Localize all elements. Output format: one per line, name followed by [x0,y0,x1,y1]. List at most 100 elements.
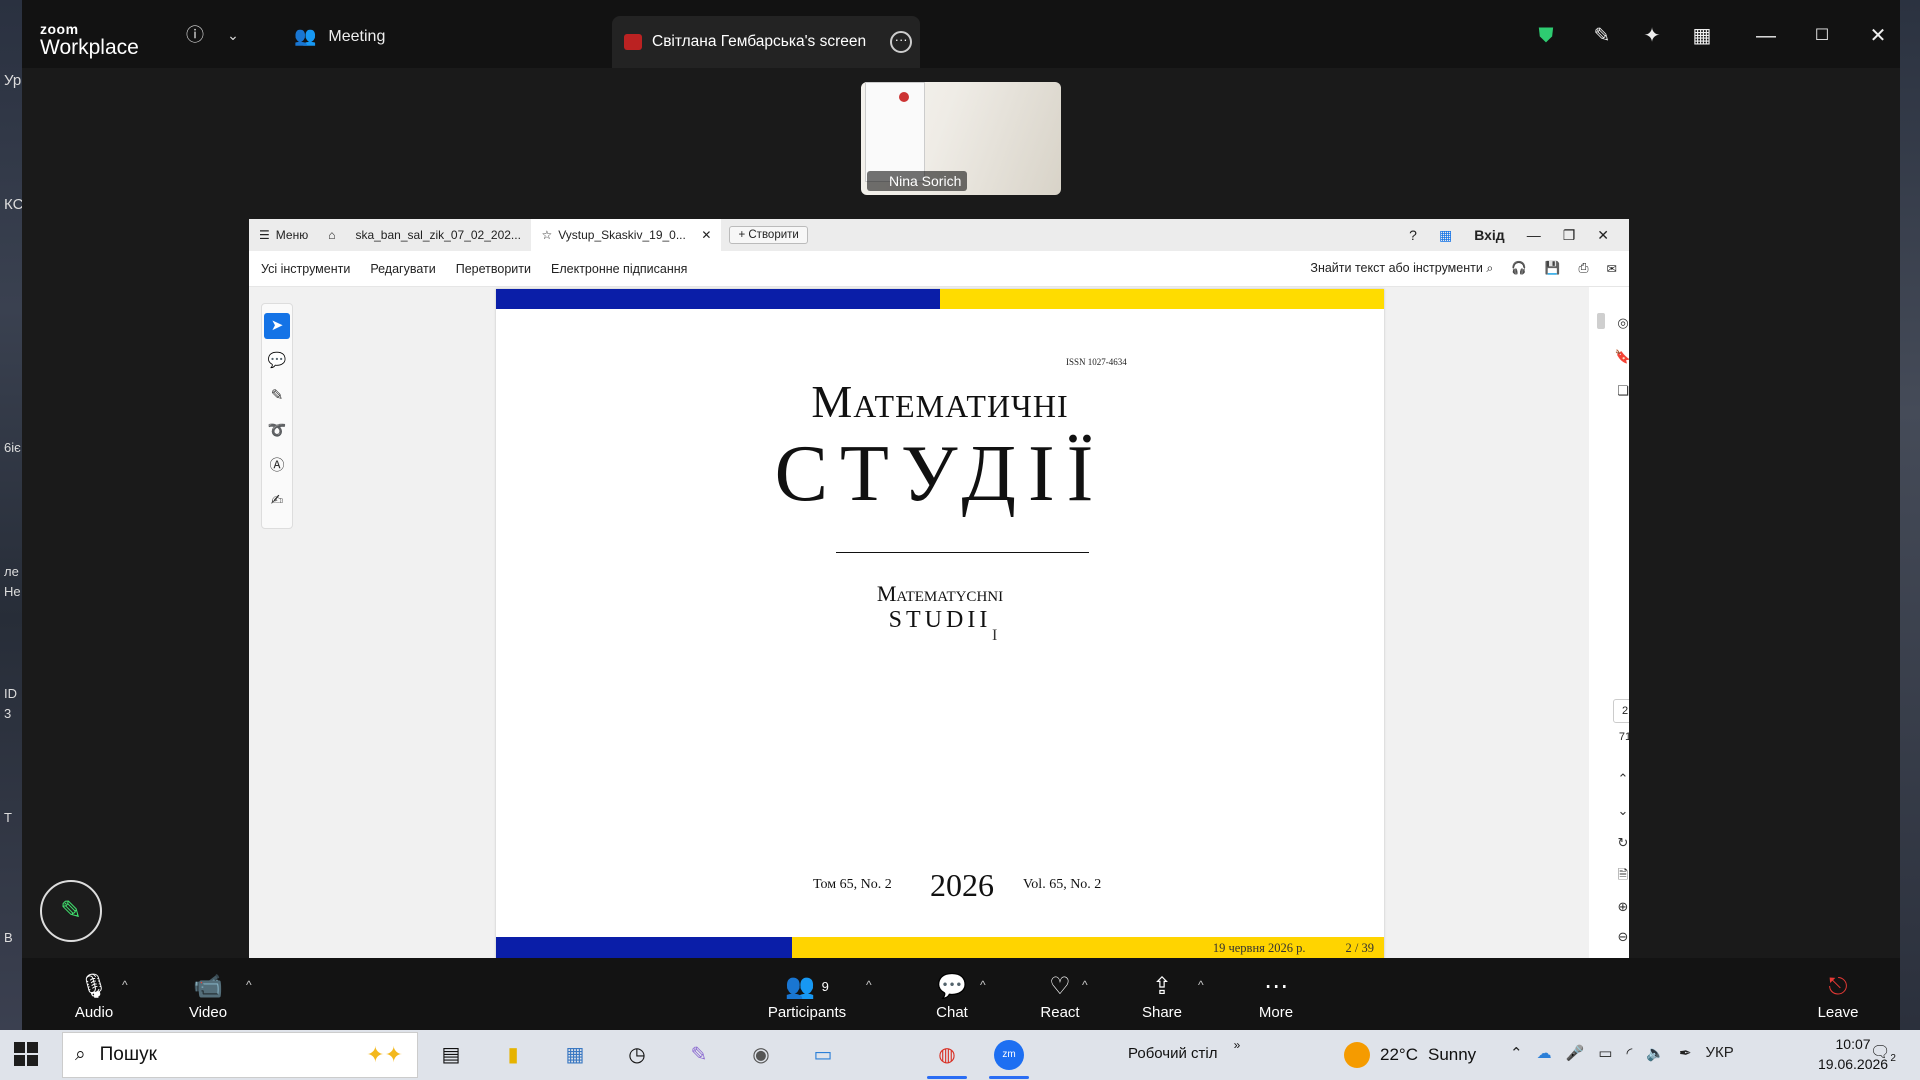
react-button[interactable]: ♡ React [1030,972,1090,1021]
text-tool-icon[interactable]: Ⓐ [264,453,290,479]
save-icon[interactable]: 💾 [1545,261,1561,276]
paint-icon[interactable]: ✎ [684,1040,714,1070]
more-button[interactable]: ⋯ More [1246,972,1306,1021]
zoom-out-icon[interactable]: ⊖ [1613,927,1629,947]
zoom-app-icon[interactable]: zm [994,1040,1024,1070]
menu-esign[interactable]: Електронне підписання [541,262,697,276]
meeting-label: Meeting [328,27,386,45]
file-explorer-icon[interactable]: ▮ [498,1040,528,1070]
tray-overflow-icon[interactable]: ⌃ [1510,1044,1523,1062]
toolbar-expand-chevron-icon[interactable]: » [1222,1030,1252,1060]
menu-button[interactable]: ☰ Меню [249,219,318,251]
weather-widget[interactable]: 22°C Sunny [1344,1042,1476,1068]
leave-button[interactable]: ⎋ Leave [1808,972,1868,1021]
read-aloud-icon[interactable]: 🎧 [1511,261,1527,276]
more-options-icon[interactable]: ··· [890,31,913,53]
participants-options-caret[interactable]: ^ [866,978,872,992]
share-options-caret[interactable]: ^ [1198,978,1204,992]
calculator-icon[interactable]: ▦ [560,1040,590,1070]
home-icon[interactable]: ⌂ [318,219,345,251]
desktop-right-strip [1900,0,1920,1030]
video-options-caret[interactable]: ^ [246,978,252,992]
ai-assistant-icon[interactable]: ◎ [1613,313,1629,333]
tab-close-icon[interactable]: ✕ [701,228,711,242]
document-viewport[interactable]: ISSN 1027-4634 Математичні СТУДІЇ Matema… [249,287,1589,959]
react-options-caret[interactable]: ^ [1082,978,1088,992]
window-restore-icon[interactable]: ❐ [1563,227,1576,244]
notification-count: 2 [1890,1053,1896,1065]
volume-icon[interactable]: 🔈 [1646,1044,1665,1062]
start-windows-icon[interactable] [14,1042,38,1066]
weather-temperature: 22°C [1380,1045,1418,1064]
select-tool-icon[interactable]: ➤ [264,313,290,339]
chat-button[interactable]: 💬 Chat [922,972,982,1021]
share-button[interactable]: ⇪ Share [1132,972,1192,1021]
close-icon[interactable]: ✕ [1866,24,1890,48]
clock-app-icon[interactable]: ◷ [622,1040,652,1070]
tab-document-2[interactable]: ☆ Vystup_Skaskiv_19_0... ✕ [531,219,722,251]
onedrive-icon[interactable]: ☁ [1537,1044,1552,1062]
task-view-icon[interactable]: ▤ [436,1040,466,1070]
participants-button[interactable]: 👥 9 Participants [762,972,852,1021]
video-button[interactable]: 📹 Video [178,972,238,1021]
annotate-pencil-icon[interactable]: ✎ [1590,24,1614,48]
window-close-icon[interactable]: ✕ [1597,227,1609,244]
page-down-icon[interactable]: ⌄ [1613,801,1629,821]
zoom-in-icon[interactable]: ⊕ [1613,897,1629,917]
journal-title-line1: Математичні [811,376,1069,427]
pen-icon[interactable]: ✒ [1679,1044,1692,1062]
desktop-toolbar-label[interactable]: Робочий стіл [1128,1045,1218,1062]
network-icon[interactable]: ◜ [1626,1044,1632,1062]
page-up-icon[interactable]: ⌃ [1613,769,1629,789]
maximize-icon[interactable]: ☐ [1810,24,1834,48]
current-page-input[interactable]: 2 [1613,699,1629,723]
tab-document-1[interactable]: ska_ban_sal_zik_07_02_202... [345,219,531,251]
zoom-logo-big: Workplace [40,36,139,59]
menu-edit[interactable]: Редагувати [360,262,445,276]
page-tools-icon[interactable]: 🗎 [1613,865,1629,885]
security-shield-icon[interactable]: ⛊ [1534,24,1558,48]
microphone-icon[interactable]: 🎤 [1566,1044,1585,1062]
star-icon[interactable]: ☆ [541,228,552,242]
bookmarks-icon[interactable]: 🔖 [1613,347,1629,367]
vertical-scrollbar[interactable] [1594,295,1608,959]
apps-grid-icon[interactable]: ▦ [1690,24,1714,48]
rotate-icon[interactable]: ↻ [1613,833,1629,853]
print-icon[interactable]: ⎙ [1579,261,1589,276]
window-minimize-icon[interactable]: — [1527,227,1541,243]
meeting-tab[interactable]: 👥 Meeting [294,26,385,47]
chat-options-caret[interactable]: ^ [980,978,986,992]
pages-icon[interactable]: ❏ [1613,381,1629,401]
signin-button[interactable]: Вхід [1474,227,1505,243]
comment-tool-icon[interactable]: 💬 [264,348,290,374]
menu-all-tools[interactable]: Усі інструменти [249,262,360,276]
apps-icon[interactable]: ▦ [1439,227,1452,244]
highlight-tool-icon[interactable]: ✎ [264,383,290,409]
shared-screen-tab[interactable]: Світлана Гембарська's screen ··· [612,16,920,68]
language-indicator[interactable]: УКР [1706,1044,1734,1062]
chevron-down-icon[interactable]: ⌄ [222,24,244,46]
draw-tool-icon[interactable]: ➰ [264,418,290,444]
battery-icon[interactable]: ▭ [1598,1044,1612,1062]
sign-tool-icon[interactable]: ✍ [264,488,290,514]
notifications-button[interactable]: 🗨2 [1870,1042,1896,1066]
audio-button[interactable]: 🎙 Audio [64,972,124,1021]
shared-screen-content: ☰ Меню ⌂ ska_ban_sal_zik_07_02_202... ☆ … [249,219,1629,959]
info-icon[interactable]: ⓘ [184,24,206,46]
remote-desktop-icon[interactable]: ▭ [808,1040,838,1070]
ai-companion-icon[interactable]: ✦ [1640,24,1664,48]
email-icon[interactable]: ✉ [1607,261,1617,276]
menu-convert[interactable]: Перетворити [446,262,541,276]
chrome-icon[interactable]: ◍ [932,1040,962,1070]
participant-video-tile[interactable]: Nina Sorich [861,82,1061,195]
find-tools-search[interactable]: Знайти текст або інструменти ⌕ [1310,261,1493,276]
annotation-pencil-button[interactable]: ✎ [40,880,102,942]
camera-icon[interactable]: ◉ [746,1040,776,1070]
taskbar-search-box[interactable]: ⌕ Пошук ✦✦ [62,1032,418,1078]
minimize-icon[interactable]: — [1754,24,1778,48]
create-tab-button[interactable]: + Створити [729,226,808,244]
audio-options-caret[interactable]: ^ [122,978,128,992]
desktop-text-fragment: В [4,930,13,945]
latin-title-line2: STUDII [888,607,992,633]
help-icon[interactable]: ? [1409,227,1417,243]
